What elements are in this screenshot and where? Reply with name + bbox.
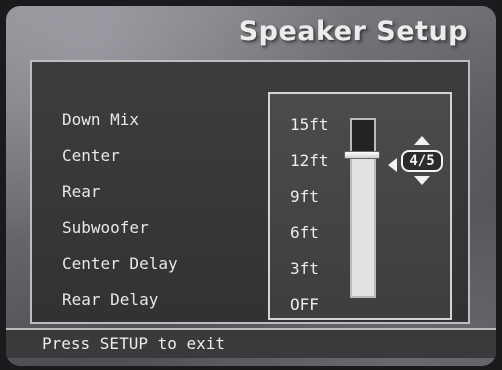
slider-handle[interactable] xyxy=(344,151,380,159)
arrow-down-icon[interactable] xyxy=(414,176,430,185)
tv-screen: Speaker Setup Down Mix Center Rear Subwo… xyxy=(6,6,496,366)
scale-label-9ft: 9ft xyxy=(290,187,319,206)
exit-hint: Press SETUP to exit xyxy=(42,334,226,353)
settings-menu: Down Mix Center Rear Subwoofer Center De… xyxy=(62,102,227,326)
scale-label-12ft: 12ft xyxy=(290,151,329,170)
scale-label-off: OFF xyxy=(290,295,319,314)
slider-scale: 15ft 12ft 9ft 6ft 3ft OFF xyxy=(290,107,329,323)
menu-item-center[interactable]: Center xyxy=(62,138,227,174)
menu-item-rear-delay[interactable]: Rear Delay xyxy=(62,282,227,318)
menu-item-subwoofer[interactable]: Subwoofer xyxy=(62,210,227,246)
scale-label-3ft: 3ft xyxy=(290,259,319,278)
scale-label-15ft: 15ft xyxy=(290,115,329,134)
speaker-setup-panel: Down Mix Center Rear Subwoofer Center De… xyxy=(30,60,470,324)
slider-track[interactable] xyxy=(350,118,376,298)
menu-item-rear[interactable]: Rear xyxy=(62,174,227,210)
slider-value-badge: 4/5 xyxy=(401,150,443,172)
slider-track-fill xyxy=(352,120,374,155)
footer-bar: Press SETUP to exit xyxy=(6,328,496,358)
menu-item-down-mix[interactable]: Down Mix xyxy=(62,102,227,138)
arrow-left-icon xyxy=(388,158,397,172)
arrow-up-icon[interactable] xyxy=(414,136,430,145)
menu-item-center-delay[interactable]: Center Delay xyxy=(62,246,227,282)
scale-label-6ft: 6ft xyxy=(290,223,319,242)
page-title: Speaker Setup xyxy=(238,16,468,47)
